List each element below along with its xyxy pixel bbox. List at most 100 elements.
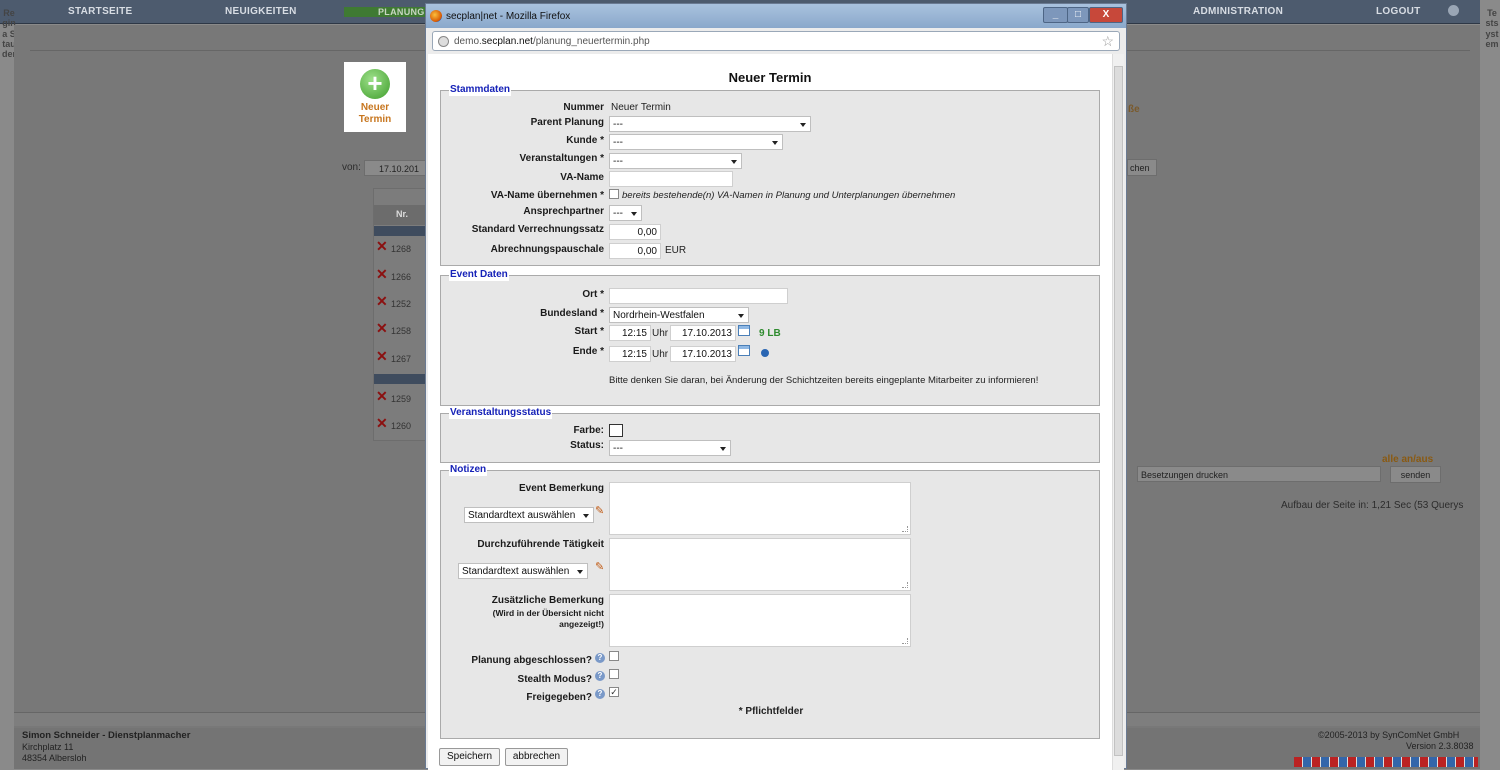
calendar-icon[interactable] (738, 345, 750, 356)
delete-icon[interactable]: ✕ (376, 415, 388, 432)
pencil-icon[interactable]: ✎ (595, 506, 606, 517)
va-name-input[interactable] (609, 171, 733, 187)
stealth-modus-checkbox[interactable] (609, 669, 619, 679)
start-unit: Uhr (652, 328, 669, 339)
cancel-button[interactable]: abbrechen (505, 748, 568, 766)
delete-icon[interactable]: ✕ (376, 266, 388, 283)
firefox-icon (430, 10, 442, 22)
delete-icon[interactable]: ✕ (376, 348, 388, 365)
nav-neuigkeiten[interactable]: NEUIGKEITEN (225, 6, 297, 17)
help-icon[interactable]: ? (595, 689, 605, 699)
bookmark-star-icon[interactable]: ☆ (1101, 33, 1114, 50)
table-row[interactable]: ✕ 1258 (376, 320, 426, 343)
close-button[interactable]: X (1089, 7, 1123, 23)
stammdaten-section: Stammdaten Nummer Neuer Termin Parent Pl… (440, 84, 1100, 266)
table-row[interactable]: ✕ 1266 (376, 266, 426, 289)
von-date-input[interactable]: 17.10.201 (364, 160, 428, 176)
info-icon[interactable] (761, 349, 769, 357)
farbe-swatch[interactable] (609, 424, 623, 437)
save-button[interactable]: Speichern (439, 748, 500, 766)
table-row[interactable]: ✕ 1260 (376, 415, 426, 438)
table-row[interactable]: ✕ 1268 (376, 238, 426, 261)
va-name-uebernehmen-text: bereits bestehende(n) VA-Namen in Planun… (622, 190, 956, 201)
table-row[interactable]: ✕ 1267 (376, 348, 426, 371)
taetigkeit-textarea[interactable] (609, 538, 911, 591)
nav-logout[interactable]: LOGOUT (1376, 6, 1421, 17)
popup-vertical-scrollbar[interactable] (1112, 54, 1124, 770)
event-bemerkung-label: Event Bemerkung (518, 483, 604, 494)
nav-startseite[interactable]: STARTSEITE (68, 6, 132, 17)
new-termin-tile[interactable]: + Neuer Termin (344, 62, 406, 132)
planung-abgeschlossen-checkbox[interactable] (609, 651, 619, 661)
verrechnungssatz-input[interactable]: 0,00 (609, 224, 661, 240)
start-date-input[interactable]: 17.10.2013 (670, 325, 736, 341)
pauschale-unit: EUR (665, 245, 687, 256)
send-button[interactable]: senden (1390, 466, 1441, 483)
window-titlebar[interactable]: secplan|net - Mozilla Firefox _ □ X (426, 4, 1126, 28)
ansprechpartner-select[interactable]: --- (609, 205, 642, 221)
zusaetzliche-bemerkung-textarea[interactable] (609, 594, 911, 647)
status-select[interactable]: --- (609, 440, 731, 456)
stammdaten-legend: Stammdaten (449, 84, 512, 96)
table-row[interactable]: ✕ 1259 (376, 388, 426, 411)
bundesland-select[interactable]: Nordrhein-Westfalen (609, 307, 749, 323)
ende-time-input[interactable]: 12:15 (609, 346, 651, 362)
von-label: von: (342, 162, 361, 173)
start-lb-note: 9 LB (759, 328, 781, 339)
nav-planung[interactable]: PLANUNG (344, 7, 426, 17)
nav-administration[interactable]: ADMINISTRATION (1193, 6, 1283, 17)
va-name-uebernehmen-label: VA-Name übernehmen * (490, 190, 604, 201)
zusaetzliche-bemerkung-hint-1: (Wird in der Übersicht nicht (492, 608, 604, 618)
scrollbar-thumb[interactable] (1114, 66, 1123, 756)
stealth-modus-label: Stealth Modus? (517, 674, 592, 685)
start-time-input[interactable]: 12:15 (609, 325, 651, 341)
maximize-button[interactable]: □ (1067, 7, 1089, 23)
system-name-vertical: Testsystem (1485, 8, 1499, 49)
freigegeben-checkbox[interactable]: ✓ (609, 687, 619, 697)
footer-street: Kirchplatz 11 (22, 742, 74, 752)
help-icon[interactable] (1448, 5, 1459, 16)
veranstaltungen-select[interactable]: --- (609, 153, 742, 169)
delete-icon[interactable]: ✕ (376, 320, 388, 337)
standardtext-select-1[interactable]: Standardtext auswählen (464, 507, 594, 523)
bundesland-label: Bundesland * (540, 308, 604, 319)
minimize-button[interactable]: _ (1043, 7, 1068, 23)
ort-input[interactable] (609, 288, 788, 304)
load-time-text: Aufbau der Seite in: 1,21 Sec (53 Querys (1281, 500, 1464, 511)
veranstaltungsstatus-legend: Veranstaltungsstatus (449, 407, 553, 419)
alle-an-aus-link[interactable]: alle an/aus (1382, 454, 1433, 465)
form-content: Neuer Termin Stammdaten Nummer Neuer Ter… (428, 54, 1112, 770)
event-daten-legend: Event Daten (449, 269, 509, 281)
freigegeben-label: Freigegeben? (526, 692, 592, 703)
help-icon[interactable]: ? (595, 671, 605, 681)
kunde-select[interactable]: --- (609, 134, 783, 150)
search-button[interactable]: chen (1127, 159, 1157, 176)
print-select[interactable]: Besetzungen drucken (1137, 466, 1381, 482)
va-name-label: VA-Name (560, 172, 604, 183)
va-name-uebernehmen-checkbox[interactable] (609, 189, 619, 199)
ende-label: Ende * (572, 346, 604, 357)
standardtext-select-2[interactable]: Standardtext auswählen (458, 563, 588, 579)
address-bar[interactable]: demo.secplan.net/planung_neuertermin.php… (432, 31, 1120, 51)
veranstaltungen-label: Veranstaltungen * (519, 153, 604, 164)
notizen-section: Notizen Event Bemerkung Standardtext aus… (440, 464, 1100, 739)
ende-date-input[interactable]: 17.10.2013 (670, 346, 736, 362)
delete-icon[interactable]: ✕ (376, 238, 388, 255)
verrechnungssatz-label: Standard Verrechnungssatz (471, 224, 604, 235)
language-flags[interactable] (1294, 757, 1478, 767)
table-row[interactable]: ✕ 1252 (376, 293, 426, 316)
help-icon[interactable]: ? (595, 653, 605, 663)
event-daten-section: Event Daten Ort * Bundesland * Nordrhein… (440, 269, 1100, 406)
calendar-icon[interactable] (738, 325, 750, 336)
parent-planung-select[interactable]: --- (609, 116, 811, 132)
zusaetzliche-bemerkung-hint-2: angezeigt!) (559, 619, 604, 629)
event-bemerkung-textarea[interactable] (609, 482, 911, 535)
delete-icon[interactable]: ✕ (376, 293, 388, 310)
nummer-value: Neuer Termin (611, 102, 671, 113)
partial-label: ße (1128, 104, 1140, 115)
pencil-icon[interactable]: ✎ (595, 562, 606, 573)
form-title: Neuer Termin (728, 70, 812, 85)
status-label: Status: (570, 440, 604, 451)
delete-icon[interactable]: ✕ (376, 388, 388, 405)
abrechnungspauschale-input[interactable]: 0,00 (609, 243, 661, 259)
